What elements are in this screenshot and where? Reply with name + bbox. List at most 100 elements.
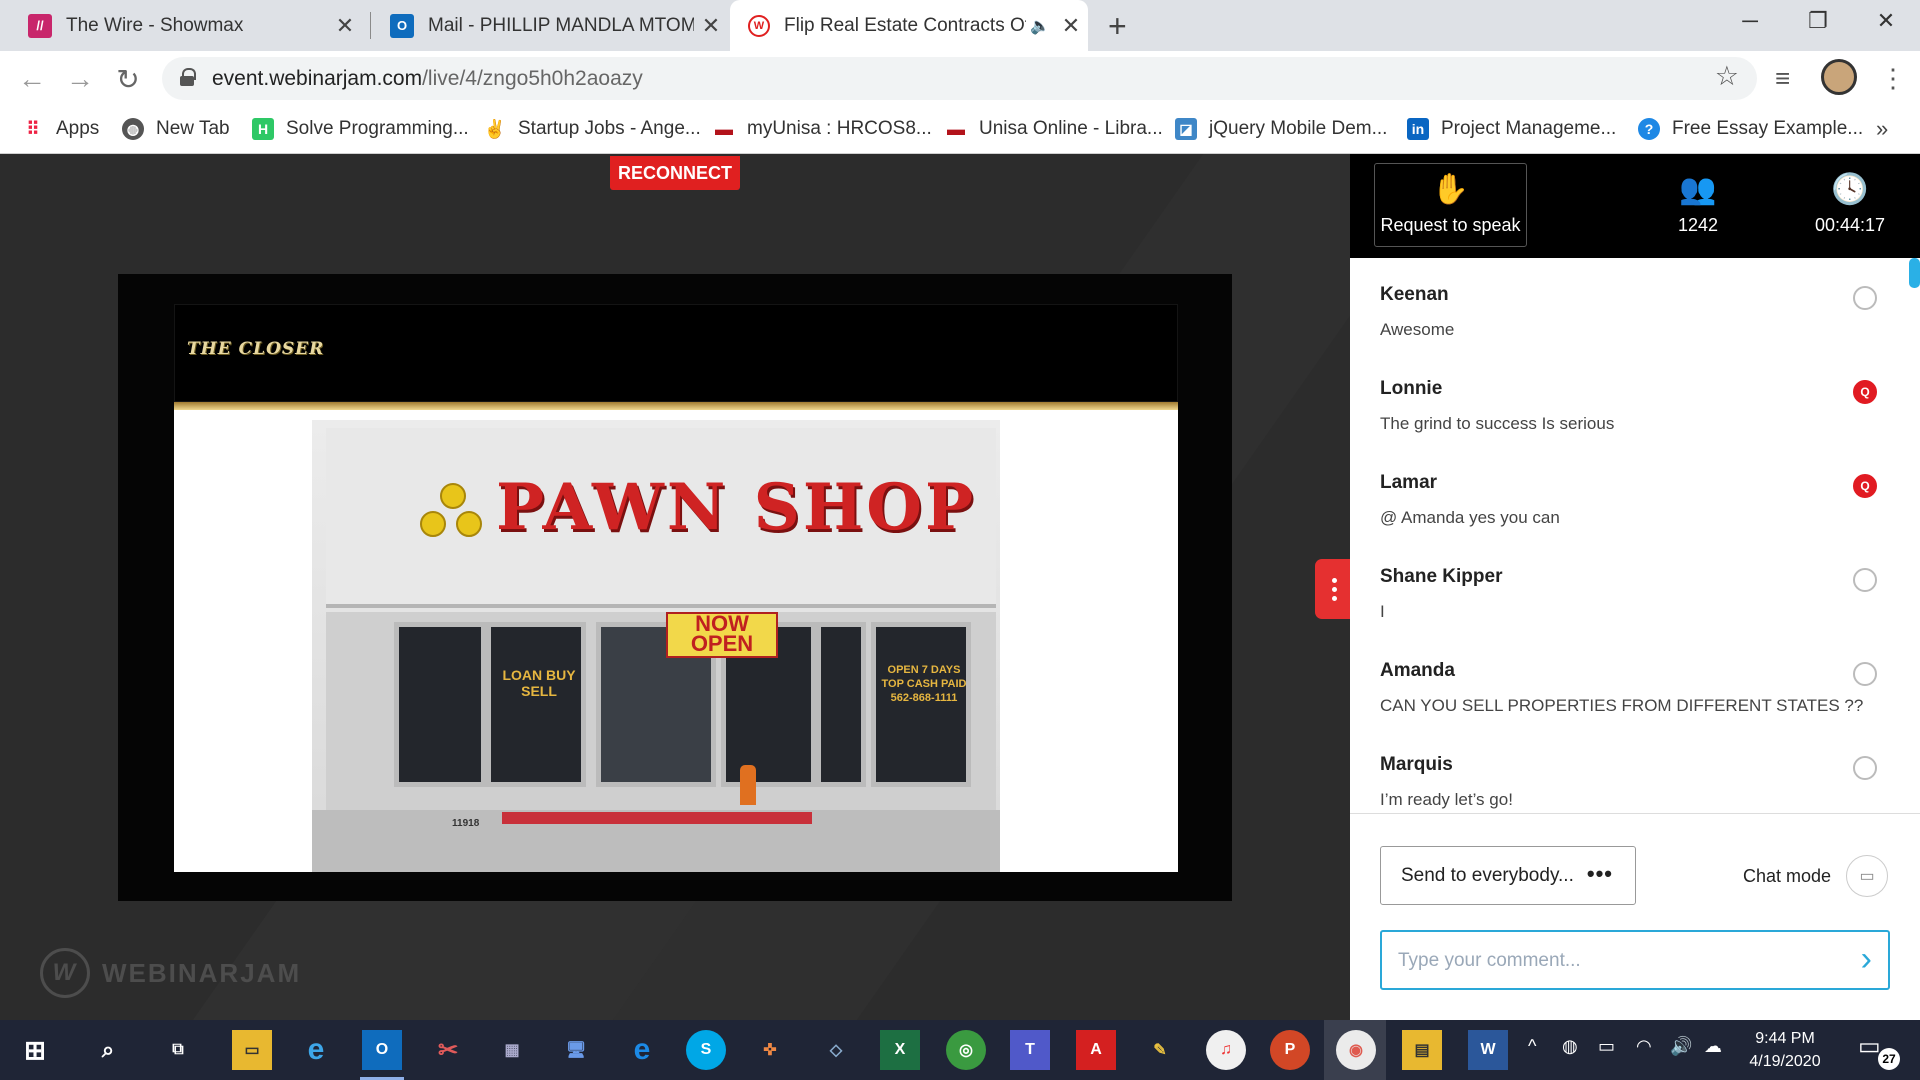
storefront: LOAN BUY SELL OPEN 7 DAYS TOP CASH PAID … — [326, 612, 996, 822]
action-center-icon[interactable]: ▭ 27 — [1858, 1032, 1900, 1070]
snipping-tool-icon[interactable]: ✂ — [428, 1030, 468, 1070]
question-toggle[interactable] — [1853, 286, 1877, 310]
chat-scrollbar[interactable] — [1909, 258, 1920, 288]
sticky-notes-icon[interactable]: ✎ — [1140, 1030, 1180, 1070]
new-tab-button[interactable]: + — [1108, 8, 1127, 45]
teams-icon[interactable]: T — [1010, 1030, 1050, 1070]
lock-icon[interactable] — [180, 68, 196, 86]
edge-icon[interactable]: e — [622, 1030, 662, 1070]
bookmark-star-icon[interactable]: ☆ — [1715, 61, 1739, 92]
minimize-button[interactable]: ─ — [1716, 0, 1784, 42]
wifi-icon[interactable]: ◠ — [1636, 1036, 1652, 1057]
hackerrank-icon: H — [252, 118, 274, 140]
comment-input[interactable] — [1398, 946, 1798, 976]
chat-message: Shane Kipper I — [1380, 566, 1503, 621]
angellist-icon: ✌ — [483, 118, 507, 140]
bookmark-project-management[interactable]: in Project Manageme... — [1407, 118, 1616, 140]
address-bar[interactable]: event.webinarjam.com/live/4/zngo5h0h2aoa… — [162, 57, 1757, 100]
tab-webinar[interactable]: W Flip Real Estate Contracts Of 🔈 ✕ — [730, 0, 1088, 51]
bookmark-solve-programming[interactable]: H Solve Programming... — [252, 118, 469, 140]
url-text[interactable]: event.webinarjam.com/live/4/zngo5h0h2aoa… — [212, 67, 643, 91]
app-icon[interactable]: ✜ — [750, 1030, 790, 1070]
powerpoint-icon[interactable]: P — [1270, 1030, 1310, 1070]
tab-showmax[interactable]: // The Wire - Showmax ✕ — [0, 0, 362, 51]
onedrive-icon[interactable]: ☁ — [1704, 1036, 1722, 1057]
close-window-button[interactable]: ✕ — [1852, 0, 1920, 42]
internet-explorer-icon[interactable]: e — [296, 1030, 336, 1070]
webinarjam-logo-icon: W — [40, 948, 90, 998]
bookmark-myunisa[interactable]: ▬ myUnisa : HRCOS8... — [713, 118, 932, 140]
profile-avatar[interactable] — [1821, 59, 1857, 95]
send-arrow-icon[interactable]: › — [1861, 940, 1872, 979]
globe-tray-icon[interactable]: ◍ — [1562, 1036, 1578, 1057]
question-toggle[interactable] — [1853, 756, 1877, 780]
bookmark-startup-jobs[interactable]: ✌ Startup Jobs - Ange... — [484, 118, 701, 140]
paint-icon[interactable]: ▦ — [492, 1030, 532, 1070]
chat-message: Keenan Awesome — [1380, 284, 1455, 339]
video-player[interactable]: THE CLOSER PAWN SHOP LOAN BUY SELL OPEN … — [118, 274, 1232, 901]
request-to-speak-button[interactable]: ✋ Request to speak — [1374, 163, 1527, 247]
address-number: 11918 — [452, 818, 480, 829]
network-icon[interactable]: 🖥 — [556, 1030, 596, 1070]
close-tab-icon[interactable]: ✕ — [1054, 13, 1088, 39]
more-bookmarks-icon[interactable]: » — [1876, 116, 1888, 142]
search-icon[interactable]: ⌕ — [88, 1030, 128, 1070]
unisa-icon: ▬ — [713, 118, 735, 140]
media-control-icon[interactable]: ≡ — [1775, 63, 1790, 94]
xbox-icon[interactable]: ◎ — [946, 1030, 986, 1070]
tab-title: The Wire - Showmax — [66, 14, 244, 36]
panel-header: ✋ Request to speak 👥 1242 🕓 00:44:17 — [1350, 154, 1920, 258]
question-toggle[interactable] — [1853, 568, 1877, 592]
close-tab-icon[interactable]: ✕ — [694, 13, 728, 39]
bookmark-free-essay[interactable]: ? Free Essay Example... — [1638, 118, 1863, 140]
webinar-stage: RECONNECT THE CLOSER PAWN SHOP LOAN BUY … — [0, 154, 1350, 1020]
browser-tab-bar: // The Wire - Showmax ✕ O Mail - PHILLIP… — [0, 0, 1920, 51]
close-tab-icon[interactable]: ✕ — [328, 13, 362, 39]
chat-mode-toggle-icon[interactable]: ▭ — [1846, 855, 1888, 897]
chat-message: Lonnie The grind to success Is serious — [1380, 378, 1615, 433]
send-to-dropdown[interactable]: Send to everybody... ••• — [1380, 846, 1636, 905]
itunes-icon[interactable]: ♫ — [1206, 1030, 1246, 1070]
chat-message-list[interactable]: Keenan Awesome Lonnie The grind to success… — [1350, 258, 1920, 814]
acrobat-icon[interactable]: A — [1076, 1030, 1116, 1070]
question-badge[interactable]: Q — [1853, 474, 1877, 498]
window-sign-left: LOAN BUY SELL — [502, 667, 576, 699]
tab-title: Flip Real Estate Contracts Of — [784, 14, 1027, 36]
showmax-icon: // — [28, 13, 52, 38]
outlook-icon[interactable]: O — [362, 1030, 402, 1070]
bookmark-new-tab[interactable]: ◍ New Tab — [122, 118, 230, 140]
bookmark-jquery-mobile[interactable]: ◪ jQuery Mobile Dem... — [1175, 118, 1387, 140]
battery-icon[interactable]: ▭ — [1598, 1036, 1615, 1057]
menu-kebab-icon[interactable]: ⋮ — [1880, 63, 1906, 94]
file-explorer-icon[interactable]: ▭ — [232, 1030, 272, 1070]
word-icon[interactable]: W — [1468, 1030, 1508, 1070]
essay-icon: ? — [1638, 118, 1660, 140]
tray-chevron-icon[interactable]: ^ — [1528, 1036, 1536, 1057]
forward-arrow-icon[interactable]: → — [62, 61, 98, 97]
system-clock[interactable]: 9:44 PM 4/19/2020 — [1735, 1027, 1835, 1073]
reload-icon[interactable]: ↻ — [110, 61, 146, 97]
audio-playing-icon[interactable]: 🔈 — [1030, 16, 1050, 36]
webinarjam-watermark: W WEBINARJAM — [40, 948, 301, 998]
pawn-shop-photo: PAWN SHOP LOAN BUY SELL OPEN 7 DAYS TOP … — [312, 420, 1000, 872]
comment-box[interactable]: › — [1380, 930, 1890, 990]
bookmark-apps[interactable]: ⠿ Apps — [22, 118, 99, 140]
excel-icon[interactable]: X — [880, 1030, 920, 1070]
question-toggle[interactable] — [1853, 662, 1877, 686]
skype-icon[interactable]: S — [686, 1030, 726, 1070]
apps-grid-icon: ⠿ — [22, 118, 44, 140]
file-manager-icon[interactable]: ▤ — [1402, 1030, 1442, 1070]
task-view-icon[interactable]: ⧉ — [158, 1030, 198, 1070]
windows-start-icon[interactable]: ⊞ — [15, 1030, 55, 1070]
tab-mail[interactable]: O Mail - PHILLIP MANDLA MTOMBENI ✕ — [362, 0, 728, 51]
restore-button[interactable]: ❐ — [1784, 0, 1852, 42]
notepad-icon[interactable]: ◇ — [816, 1030, 856, 1070]
back-arrow-icon[interactable]: ← — [14, 61, 50, 97]
question-badge[interactable]: Q — [1853, 380, 1877, 404]
reconnect-button[interactable]: RECONNECT — [610, 156, 740, 190]
panel-toggle-handle[interactable] — [1315, 559, 1350, 619]
linkedin-icon: in — [1407, 118, 1429, 140]
bookmark-unisa-online[interactable]: ▬ Unisa Online - Libra... — [945, 118, 1163, 140]
bookmarks-bar: ⠿ Apps ◍ New Tab H Solve Programming... ✌ St… — [0, 106, 1920, 154]
volume-icon[interactable]: 🔊 — [1670, 1036, 1692, 1057]
